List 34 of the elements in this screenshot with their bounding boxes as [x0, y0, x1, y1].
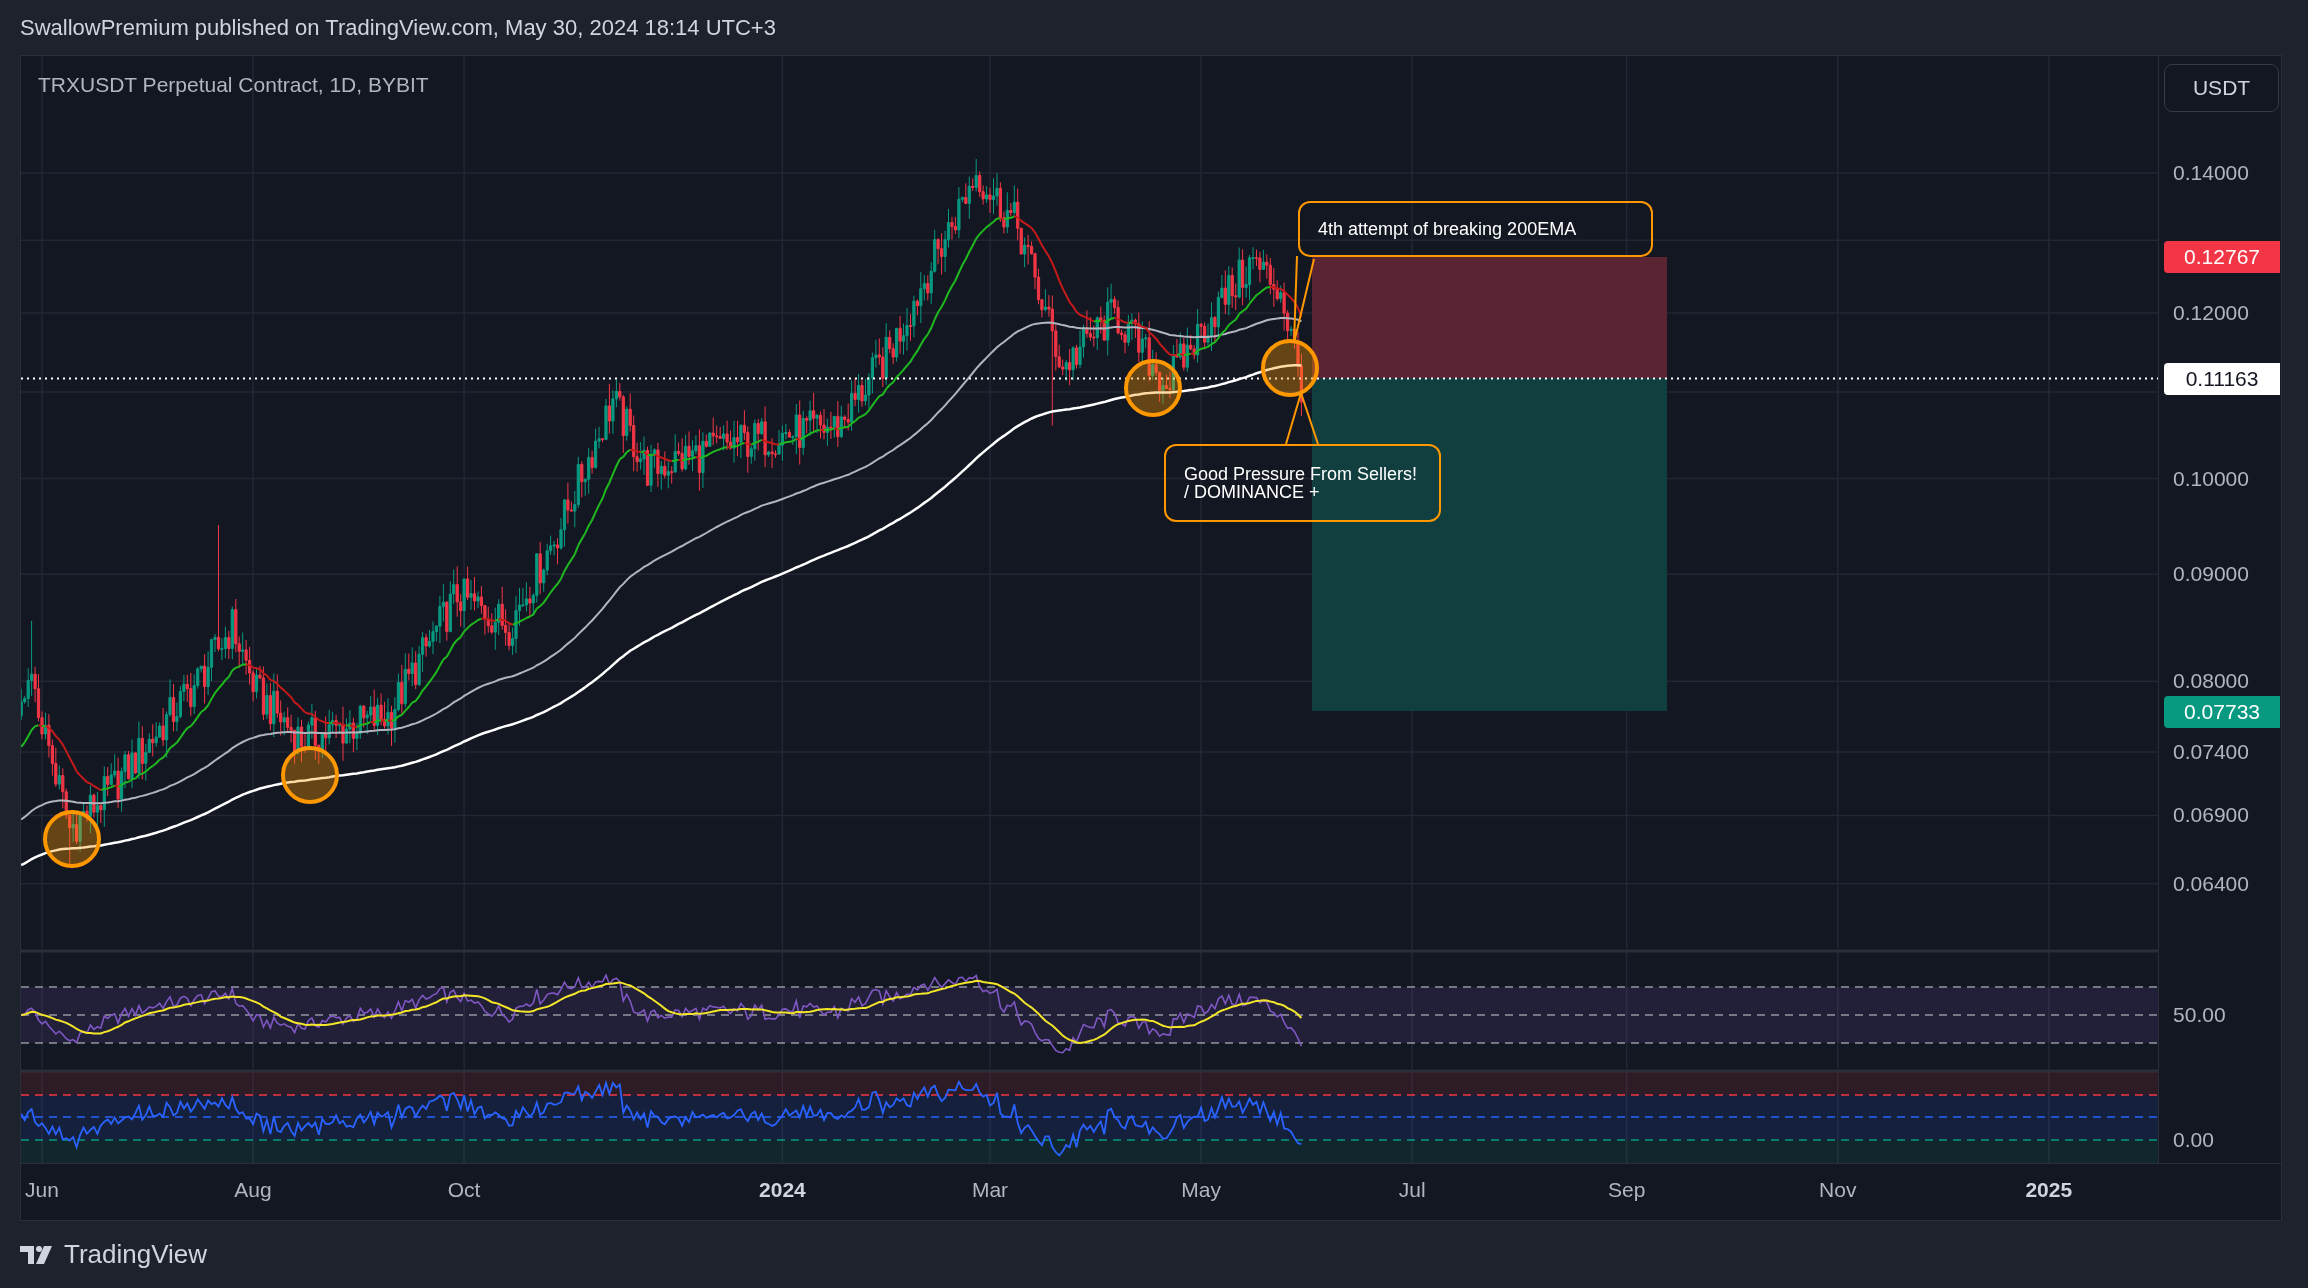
- time-label: 2025: [2025, 1178, 2073, 1202]
- time-label: 2024: [759, 1178, 806, 1202]
- symbol-legend: TRXUSDT Perpetual Contract, 1D, BYBIT: [38, 73, 429, 97]
- time-label: Jul: [1398, 1178, 1426, 1202]
- price-label: 0.12000: [2173, 299, 2249, 326]
- oscillator-scale-label: 0.00: [2173, 1127, 2214, 1153]
- currency-button[interactable]: USDT: [2164, 64, 2280, 112]
- price-label: 0.10000: [2173, 465, 2249, 492]
- time-label: Oct: [447, 1178, 481, 1202]
- leader-line: [1285, 389, 1319, 445]
- time-label: Mar: [971, 1178, 1009, 1202]
- price-label: 0.06900: [2173, 802, 2249, 829]
- time-label: Aug: [234, 1178, 272, 1202]
- highlight-circle: [281, 746, 339, 804]
- rsi-scale-label: 50.00: [2173, 1002, 2226, 1028]
- price-label: 0.09000: [2173, 561, 2249, 588]
- time-label: Nov: [1819, 1178, 1857, 1202]
- publication-info: SwallowPremium published on TradingView.com, May 30, 2024 18:14 UTC+3: [20, 14, 776, 41]
- price-label: 0.14000: [2173, 160, 2249, 186]
- highlight-circle: [1124, 359, 1182, 417]
- highlight-circle: [43, 810, 101, 868]
- price-tag: 0.11163: [2164, 362, 2281, 395]
- time-label: May: [1181, 1178, 1221, 1202]
- highlight-circle: [1261, 339, 1319, 397]
- price-label: 0.08000: [2173, 668, 2249, 695]
- time-label: Jun: [25, 1178, 59, 1202]
- price-tag: 0.12767: [2164, 240, 2281, 273]
- callout-label: Good Pressure From Sellers! / DOMINANCE +: [1164, 444, 1441, 522]
- time-label: Sep: [1608, 1178, 1646, 1202]
- brand-name: TradingView: [64, 1239, 208, 1270]
- price-tag: 0.07733: [2164, 695, 2281, 728]
- callout-label: 4th attempt of breaking 200EMA: [1298, 201, 1653, 257]
- price-label: 0.06400: [2173, 870, 2249, 897]
- price-label: 0.07400: [2173, 738, 2249, 765]
